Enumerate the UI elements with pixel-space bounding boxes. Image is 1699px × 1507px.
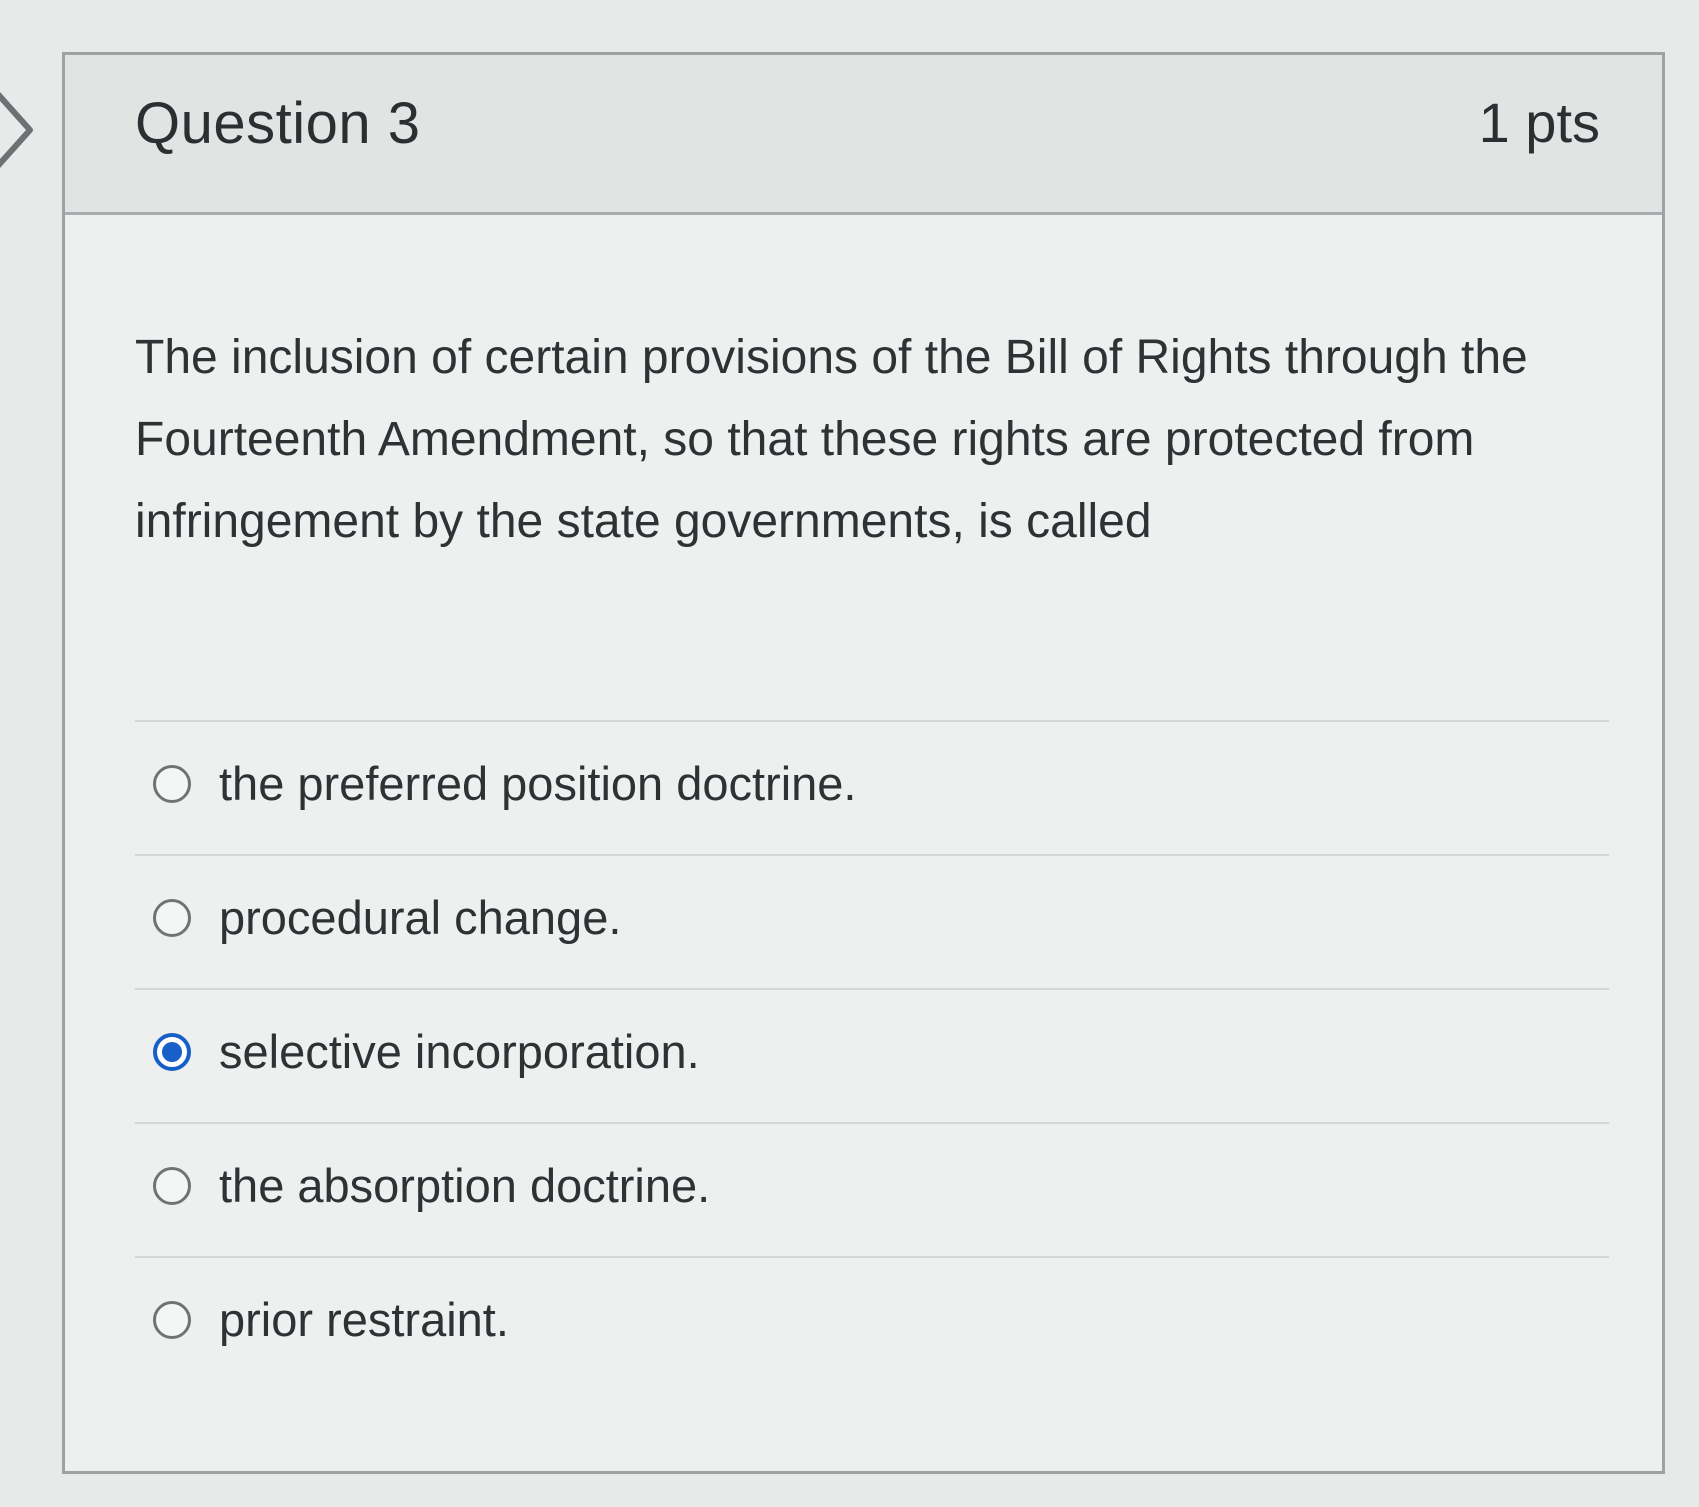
answer-option-selective-incorporation[interactable]: selective incorporation. — [135, 988, 1609, 1122]
answer-option-procedural-change[interactable]: procedural change. — [135, 854, 1609, 988]
radio-button-unselected[interactable] — [153, 1301, 191, 1339]
answer-label[interactable]: the preferred position doctrine. — [219, 756, 856, 812]
question-points: 1 pts — [1478, 91, 1600, 154]
answer-label[interactable]: the absorption doctrine. — [219, 1158, 710, 1214]
answer-label[interactable]: procedural change. — [219, 890, 621, 946]
question-header: Question 3 1 pts — [65, 55, 1662, 215]
answer-option-preferred-position-doctrine[interactable]: the preferred position doctrine. — [135, 720, 1609, 854]
answer-label[interactable]: selective incorporation. — [219, 1024, 700, 1080]
question-title: Question 3 — [135, 91, 421, 156]
radio-button-unselected[interactable] — [153, 1167, 191, 1205]
question-text: The inclusion of certain provisions of t… — [135, 331, 1528, 548]
question-card: Question 3 1 pts The inclusion of certai… — [62, 52, 1665, 1474]
answer-option-absorption-doctrine[interactable]: the absorption doctrine. — [135, 1122, 1609, 1256]
answer-list: the preferred position doctrine. procedu… — [135, 720, 1609, 1390]
radio-button-selected[interactable] — [153, 1033, 191, 1071]
chevron-right-icon[interactable] — [0, 84, 42, 176]
radio-button-unselected[interactable] — [153, 765, 191, 803]
answer-label[interactable]: prior restraint. — [219, 1292, 509, 1348]
answer-option-prior-restraint[interactable]: prior restraint. — [135, 1256, 1609, 1390]
radio-button-unselected[interactable] — [153, 899, 191, 937]
